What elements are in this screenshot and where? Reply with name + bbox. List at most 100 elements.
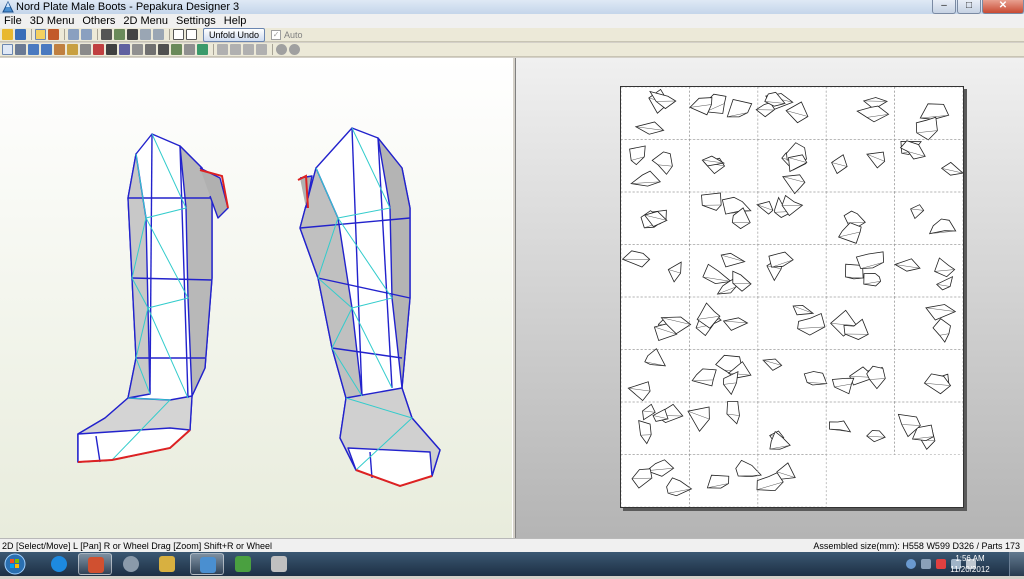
unfolded-part[interactable] [786, 102, 808, 123]
unfolded-part[interactable] [935, 258, 955, 277]
move-tool-icon[interactable] [15, 44, 26, 55]
unfolded-part[interactable] [727, 402, 740, 424]
pencil-icon[interactable] [101, 29, 112, 40]
unfolded-part[interactable] [769, 252, 793, 267]
cube-icon[interactable] [48, 29, 59, 40]
label-tool-icon[interactable] [158, 44, 169, 55]
unfolded-part[interactable] [757, 202, 773, 215]
unfolded-part[interactable] [639, 421, 652, 444]
unfolded-part[interactable] [937, 277, 953, 290]
taskbar-ie[interactable] [42, 553, 76, 575]
refresh-icon[interactable] [289, 44, 300, 55]
help-icon[interactable] [906, 559, 916, 569]
taskbar-tool[interactable] [114, 553, 148, 575]
line-tool-icon[interactable] [119, 44, 130, 55]
unfold-undo-button[interactable]: Unfold Undo [203, 28, 265, 42]
unfolded-part[interactable] [830, 421, 851, 432]
close-button[interactable]: ✕ [982, 0, 1024, 14]
taskbar-3d-app[interactable] [78, 553, 112, 575]
brush-icon[interactable] [114, 29, 125, 40]
unfolded-part[interactable] [724, 318, 748, 331]
anchor-icon[interactable] [127, 29, 138, 40]
unfolded-part[interactable] [832, 378, 853, 394]
unfolded-part[interactable] [653, 409, 668, 421]
join-tool-icon[interactable] [28, 44, 39, 55]
unfolded-part[interactable] [636, 122, 664, 134]
scissors-icon[interactable] [93, 44, 104, 55]
zoom-icon[interactable] [276, 44, 287, 55]
align-right-icon[interactable] [243, 44, 254, 55]
start-orb-icon[interactable] [2, 552, 28, 576]
unfolded-part[interactable] [692, 369, 716, 386]
unfolded-part[interactable] [707, 475, 728, 488]
rotate-tool-icon[interactable] [41, 44, 52, 55]
number-tool-icon[interactable] [171, 44, 182, 55]
unfolded-part[interactable] [630, 146, 646, 165]
window-alt-icon[interactable] [186, 29, 197, 40]
show-desktop-button[interactable] [1009, 552, 1024, 576]
menu-2d[interactable]: 2D Menu [119, 14, 172, 28]
unfolded-part[interactable] [652, 152, 672, 174]
unfolded-part[interactable] [798, 314, 825, 336]
unfolded-part[interactable] [736, 460, 761, 476]
edge-tool-icon[interactable] [67, 44, 78, 55]
2d-view-pane[interactable] [516, 58, 1024, 538]
align-center-icon[interactable] [230, 44, 241, 55]
copy-icon[interactable] [140, 29, 151, 40]
unfolded-part[interactable] [688, 407, 709, 431]
fold-tool-icon[interactable] [80, 44, 91, 55]
window-icon[interactable] [173, 29, 184, 40]
menu-settings[interactable]: Settings [172, 14, 220, 28]
unfolded-part[interactable] [623, 251, 650, 267]
unfolded-part[interactable] [901, 141, 926, 159]
maximize-button[interactable]: □ [957, 0, 981, 14]
taskbar-explorer[interactable] [150, 553, 184, 575]
taskbar-pepakura[interactable] [190, 553, 224, 575]
auto-checkbox[interactable]: ✓ Auto [271, 30, 303, 40]
undo-icon[interactable] [68, 29, 79, 40]
redo-icon[interactable] [81, 29, 92, 40]
grid-tool-icon[interactable] [132, 44, 143, 55]
menu-file[interactable]: File [0, 14, 26, 28]
3d-view-pane[interactable] [0, 58, 513, 538]
unfolded-part[interactable] [789, 155, 807, 172]
paste-icon[interactable] [153, 29, 164, 40]
unfolded-part[interactable] [721, 253, 745, 267]
menu-3d[interactable]: 3D Menu [26, 14, 79, 28]
align-left-icon[interactable] [217, 44, 228, 55]
minimize-button[interactable]: – [932, 0, 956, 14]
unfolded-part[interactable] [864, 274, 881, 286]
unfolded-part[interactable] [631, 171, 660, 186]
unfolded-part[interactable] [793, 305, 813, 314]
unfolded-part[interactable] [920, 104, 948, 120]
open-icon[interactable] [2, 29, 13, 40]
align-tool-icon[interactable] [145, 44, 156, 55]
menu-help[interactable]: Help [220, 14, 251, 28]
taskbar-leaf[interactable] [226, 553, 260, 575]
unfolded-part[interactable] [933, 319, 951, 342]
unfolded-part[interactable] [733, 271, 751, 291]
unfolded-part[interactable] [702, 193, 722, 210]
system-clock[interactable]: 1:56 AM 11/20/2012 [942, 553, 998, 575]
distribute-icon[interactable] [256, 44, 267, 55]
select-tool-icon[interactable] [2, 44, 13, 55]
text-tool-icon[interactable] [106, 44, 117, 55]
unfolded-part[interactable] [911, 205, 924, 219]
arrow-up-icon[interactable] [921, 559, 931, 569]
save-icon[interactable] [15, 29, 26, 40]
flap-tool-icon[interactable] [54, 44, 65, 55]
unfolded-part[interactable] [832, 155, 848, 174]
unfolded-part[interactable] [628, 382, 650, 401]
unfolded-part[interactable] [839, 223, 862, 244]
unfolded-part[interactable] [668, 262, 681, 282]
unfolded-part[interactable] [645, 349, 666, 366]
taskbar-camera[interactable] [262, 553, 296, 575]
flip-tool-icon[interactable] [184, 44, 195, 55]
unfolded-part[interactable] [867, 366, 886, 388]
unfolded-part[interactable] [857, 106, 888, 122]
menu-others[interactable]: Others [78, 14, 119, 28]
select-mode-icon[interactable] [35, 29, 46, 40]
unfolded-part[interactable] [916, 117, 937, 140]
unfolded-part[interactable] [926, 305, 955, 321]
color-tool-icon[interactable] [197, 44, 208, 55]
